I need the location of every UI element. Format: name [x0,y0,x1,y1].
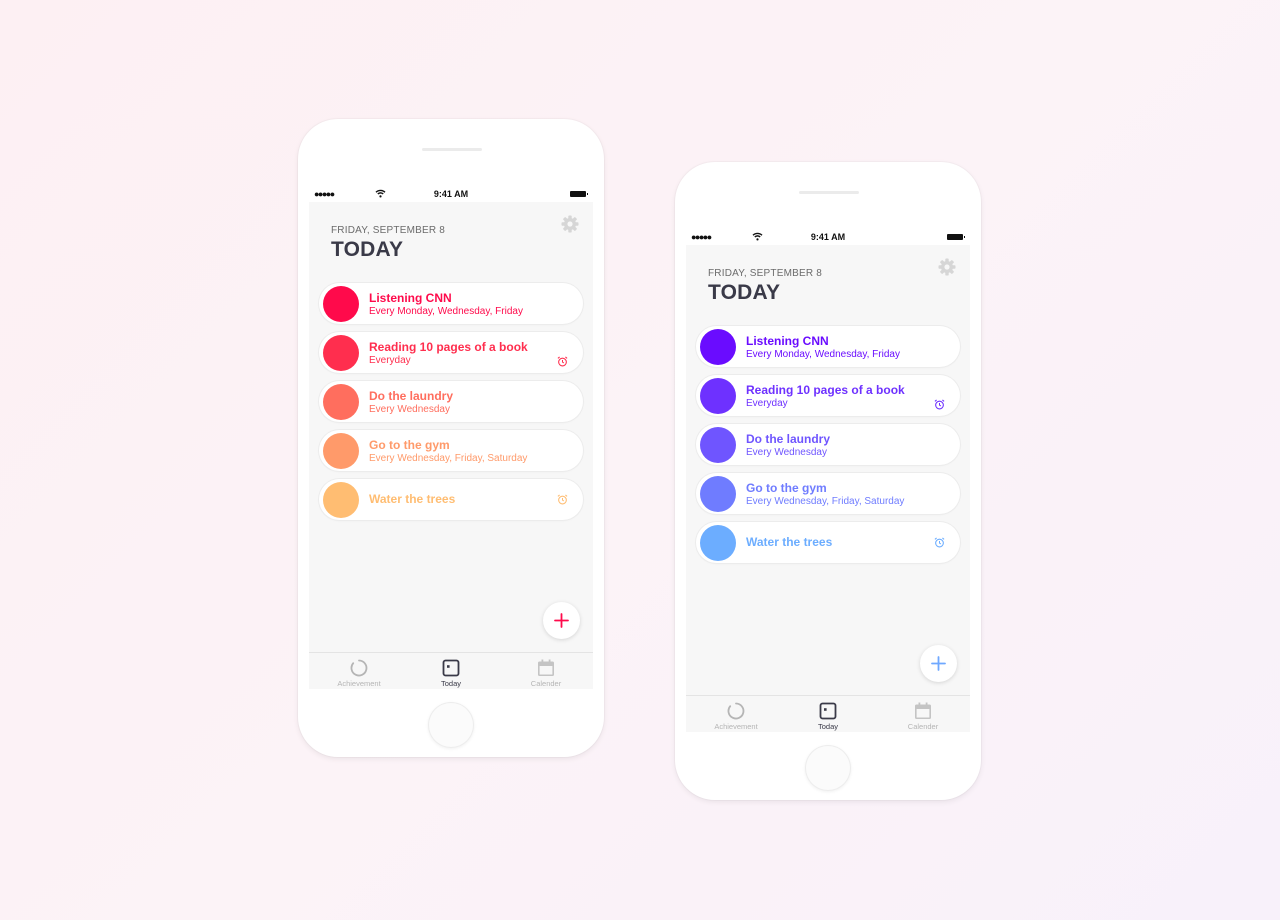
task-check-circle[interactable] [700,378,736,414]
task-item[interactable]: Water the trees [696,522,960,563]
phone-mockup-cool: ●●●●● 9:41 AM FRIDAY, SEPTEMBER 8 TODAY [675,162,981,800]
tab-bar: Achievement Today Calender [309,652,593,689]
task-title: Listening CNN [746,334,829,348]
task-check-circle[interactable] [700,427,736,463]
status-bar: ●●●●● 9:41 AM [686,229,970,245]
task-check-circle[interactable] [323,335,359,371]
alarm-clock-icon [934,537,945,548]
date-label: FRIDAY, SEPTEMBER 8 [331,225,446,236]
task-item[interactable]: Go to the gym Every Wednesday, Friday, S… [319,430,583,471]
calendar-icon [538,659,554,676]
home-button[interactable] [428,702,474,748]
date-label: FRIDAY, SEPTEMBER 8 [708,268,823,279]
tab-label: Today [817,722,838,731]
plus-icon [931,656,946,671]
task-title: Do the laundry [746,432,831,446]
tab-calender[interactable]: Calender [499,653,593,689]
app-screen: ●●●●● 9:41 AM FRIDAY, SEPTEMBER 8 TODAY [686,229,970,732]
tab-label: Today [440,679,461,688]
task-title: Reading 10 pages of a book [369,340,528,354]
battery-icon [947,234,965,240]
plus-icon [554,613,569,628]
earpiece-speaker [799,191,859,194]
task-title: Water the trees [746,535,833,549]
task-check-circle[interactable] [700,329,736,365]
task-schedule: Every Wednesday [369,404,450,415]
today-square-icon [819,702,837,720]
add-task-button[interactable] [543,602,580,639]
task-schedule: Everyday [369,355,411,366]
tab-today[interactable]: Today [781,696,875,732]
status-bar: ●●●●● 9:41 AM [309,186,593,202]
tab-label: Calender [907,722,939,731]
battery-icon [570,191,588,197]
alarm-clock-icon [557,494,568,505]
task-schedule: Every Wednesday, Friday, Saturday [369,453,528,464]
task-title: Do the laundry [369,389,454,403]
add-task-button[interactable] [920,645,957,682]
tab-today[interactable]: Today [404,653,498,689]
task-item[interactable]: Do the laundry Every Wednesday [696,424,960,465]
task-title: Water the trees [369,492,456,506]
home-button[interactable] [805,745,851,791]
today-square-icon [442,659,460,677]
task-schedule: Every Monday, Wednesday, Friday [746,349,900,360]
status-time: 9:41 AM [433,189,469,199]
task-schedule: Every Wednesday [746,447,827,458]
gear-icon[interactable] [937,257,957,277]
page-title: TODAY [331,238,404,261]
phone-mockup-warm: ●●●●● 9:41 AM FRIDAY, SEPTEMBER 8 TODAY [298,119,604,757]
task-item[interactable]: Water the trees [319,479,583,520]
status-time: 9:41 AM [810,232,846,242]
task-item[interactable]: Go to the gym Every Wednesday, Friday, S… [696,473,960,514]
task-item[interactable]: Do the laundry Every Wednesday [319,381,583,422]
task-item[interactable]: Reading 10 pages of a book Everyday [319,332,583,373]
task-item[interactable]: Listening CNN Every Monday, Wednesday, F… [319,283,583,324]
task-schedule: Every Monday, Wednesday, Friday [369,306,523,317]
task-check-circle[interactable] [700,525,736,561]
tab-bar: Achievement Today Calender [686,695,970,732]
task-schedule: Everyday [746,398,788,409]
task-title: Listening CNN [369,291,452,305]
page-title: TODAY [708,281,781,304]
alarm-clock-icon [557,356,568,367]
app-screen: ●●●●● 9:41 AM FRIDAY, SEPTEMBER 8 TODAY [309,186,593,689]
calendar-icon [915,702,931,719]
earpiece-speaker [422,148,482,151]
task-title: Reading 10 pages of a book [746,383,905,397]
task-check-circle[interactable] [323,482,359,518]
tab-label: Achievement [337,679,381,688]
task-check-circle[interactable] [323,384,359,420]
task-check-circle[interactable] [700,476,736,512]
task-check-circle[interactable] [323,286,359,322]
task-check-circle[interactable] [323,433,359,469]
tab-label: Calender [530,679,562,688]
progress-ring-icon [350,659,368,677]
task-item[interactable]: Listening CNN Every Monday, Wednesday, F… [696,326,960,367]
progress-ring-icon [727,702,745,720]
tab-achievement[interactable]: Achievement [689,696,783,732]
task-title: Go to the gym [746,481,827,495]
tab-calender[interactable]: Calender [876,696,970,732]
task-title: Go to the gym [369,438,450,452]
tab-achievement[interactable]: Achievement [312,653,406,689]
task-schedule: Every Wednesday, Friday, Saturday [746,496,905,507]
tab-label: Achievement [714,722,758,731]
gear-icon[interactable] [560,214,580,234]
alarm-clock-icon [934,399,945,410]
task-item[interactable]: Reading 10 pages of a book Everyday [696,375,960,416]
